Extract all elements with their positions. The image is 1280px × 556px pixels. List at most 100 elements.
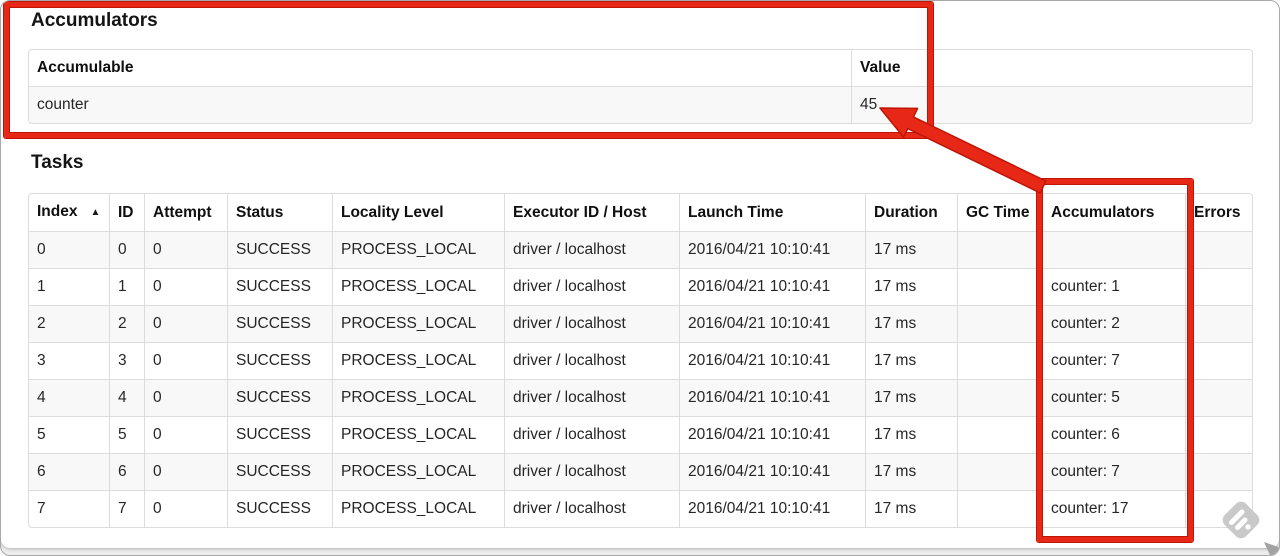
task-index-cell: 2 <box>29 305 109 342</box>
task-index-cell: 0 <box>29 231 109 268</box>
task-locality-cell: PROCESS_LOCAL <box>332 342 504 379</box>
accumulable-cell: counter <box>29 86 851 123</box>
task-status-cell: SUCCESS <box>227 342 332 379</box>
task-errors-cell <box>1185 268 1252 305</box>
task-errors-cell <box>1185 342 1252 379</box>
accumulator-value-cell: 45 <box>851 86 1252 123</box>
task-id-cell: 6 <box>109 453 144 490</box>
accumulators-header-row: Accumulable Value <box>29 50 1252 86</box>
task-accumulators-cell: counter: 7 <box>1042 453 1185 490</box>
task-locality-cell: PROCESS_LOCAL <box>332 490 504 527</box>
tasks-header-id[interactable]: ID <box>109 194 144 231</box>
task-executor-cell: driver / localhost <box>504 416 679 453</box>
task-attempt-cell: 0 <box>144 305 227 342</box>
task-accumulators-cell: counter: 5 <box>1042 379 1185 416</box>
task-executor-cell: driver / localhost <box>504 490 679 527</box>
task-index-cell: 3 <box>29 342 109 379</box>
tasks-header-accumulators[interactable]: Accumulators <box>1042 194 1185 231</box>
task-status-cell: SUCCESS <box>227 305 332 342</box>
task-locality-cell: PROCESS_LOCAL <box>332 305 504 342</box>
task-status-cell: SUCCESS <box>227 490 332 527</box>
task-gc-time-cell <box>957 231 1042 268</box>
task-accumulators-cell: counter: 2 <box>1042 305 1185 342</box>
task-gc-time-cell <box>957 305 1042 342</box>
task-id-cell: 4 <box>109 379 144 416</box>
tasks-header-errors[interactable]: Errors <box>1185 194 1252 231</box>
task-errors-cell <box>1185 231 1252 268</box>
task-row: 1 1 0 SUCCESS PROCESS_LOCAL driver / loc… <box>29 268 1252 305</box>
task-id-cell: 2 <box>109 305 144 342</box>
accumulators-table: Accumulable Value counter 45 <box>28 49 1253 124</box>
value-column-header: Value <box>851 50 1252 86</box>
task-duration-cell: 17 ms <box>865 379 957 416</box>
task-locality-cell: PROCESS_LOCAL <box>332 416 504 453</box>
task-id-cell: 7 <box>109 490 144 527</box>
task-accumulators-cell: counter: 7 <box>1042 342 1185 379</box>
task-id-cell: 1 <box>109 268 144 305</box>
task-locality-cell: PROCESS_LOCAL <box>332 453 504 490</box>
skitch-watermark-icon <box>1222 501 1260 539</box>
accumulable-column-header: Accumulable <box>37 59 134 76</box>
tasks-header-index[interactable]: Index ▲ <box>29 194 109 231</box>
task-accumulators-cell: counter: 17 <box>1042 490 1185 527</box>
task-locality-cell: PROCESS_LOCAL <box>332 379 504 416</box>
task-launch-time-cell: 2016/04/21 10:10:41 <box>679 305 865 342</box>
tasks-header-index-label: Index <box>37 203 78 220</box>
task-duration-cell: 17 ms <box>865 231 957 268</box>
task-index-cell: 1 <box>29 268 109 305</box>
tasks-header-duration[interactable]: Duration <box>865 194 957 231</box>
task-gc-time-cell <box>957 416 1042 453</box>
tasks-section-title: Tasks <box>31 152 84 173</box>
task-attempt-cell: 0 <box>144 268 227 305</box>
tasks-header-attempt[interactable]: Attempt <box>144 194 227 231</box>
task-duration-cell: 17 ms <box>865 305 957 342</box>
task-gc-time-cell <box>957 268 1042 305</box>
task-launch-time-cell: 2016/04/21 10:10:41 <box>679 231 865 268</box>
task-status-cell: SUCCESS <box>227 268 332 305</box>
task-attempt-cell: 0 <box>144 379 227 416</box>
page-content: Accumulators Accumulable Value counter 4… <box>1 1 1279 548</box>
task-launch-time-cell: 2016/04/21 10:10:41 <box>679 268 865 305</box>
task-duration-cell: 17 ms <box>865 453 957 490</box>
task-gc-time-cell <box>957 342 1042 379</box>
sort-ascending-icon: ▲ <box>90 207 101 218</box>
task-id-cell: 3 <box>109 342 144 379</box>
task-launch-time-cell: 2016/04/21 10:10:41 <box>679 379 865 416</box>
task-errors-cell <box>1185 379 1252 416</box>
tasks-header-locality-level[interactable]: Locality Level <box>332 194 504 231</box>
accumulators-section-title: Accumulators <box>31 10 158 31</box>
task-index-cell: 6 <box>29 453 109 490</box>
task-attempt-cell: 0 <box>144 342 227 379</box>
tasks-header-status[interactable]: Status <box>227 194 332 231</box>
task-launch-time-cell: 2016/04/21 10:10:41 <box>679 490 865 527</box>
task-gc-time-cell <box>957 453 1042 490</box>
tasks-header-row: Index ▲ ID Attempt Status Locality Level … <box>29 194 1252 231</box>
task-status-cell: SUCCESS <box>227 453 332 490</box>
task-status-cell: SUCCESS <box>227 379 332 416</box>
task-launch-time-cell: 2016/04/21 10:10:41 <box>679 416 865 453</box>
task-row: 2 2 0 SUCCESS PROCESS_LOCAL driver / loc… <box>29 305 1252 342</box>
task-gc-time-cell <box>957 490 1042 527</box>
task-locality-cell: PROCESS_LOCAL <box>332 268 504 305</box>
tasks-header-gc-time[interactable]: GC Time <box>957 194 1042 231</box>
task-id-cell: 0 <box>109 231 144 268</box>
tasks-header-executor-id-host[interactable]: Executor ID / Host <box>504 194 679 231</box>
accumulator-row: counter 45 <box>29 86 1252 123</box>
task-launch-time-cell: 2016/04/21 10:10:41 <box>679 342 865 379</box>
task-row: 0 0 0 SUCCESS PROCESS_LOCAL driver / loc… <box>29 231 1252 268</box>
task-attempt-cell: 0 <box>144 490 227 527</box>
task-executor-cell: driver / localhost <box>504 342 679 379</box>
tasks-table: Index ▲ ID Attempt Status Locality Level … <box>28 193 1253 528</box>
task-status-cell: SUCCESS <box>227 231 332 268</box>
task-attempt-cell: 0 <box>144 416 227 453</box>
task-accumulators-cell: counter: 6 <box>1042 416 1185 453</box>
task-executor-cell: driver / localhost <box>504 268 679 305</box>
task-accumulators-cell <box>1042 231 1185 268</box>
task-row: 5 5 0 SUCCESS PROCESS_LOCAL driver / loc… <box>29 416 1252 453</box>
tasks-header-launch-time[interactable]: Launch Time <box>679 194 865 231</box>
task-row: 6 6 0 SUCCESS PROCESS_LOCAL driver / loc… <box>29 453 1252 490</box>
task-errors-cell <box>1185 416 1252 453</box>
task-executor-cell: driver / localhost <box>504 379 679 416</box>
task-duration-cell: 17 ms <box>865 268 957 305</box>
task-index-cell: 5 <box>29 416 109 453</box>
